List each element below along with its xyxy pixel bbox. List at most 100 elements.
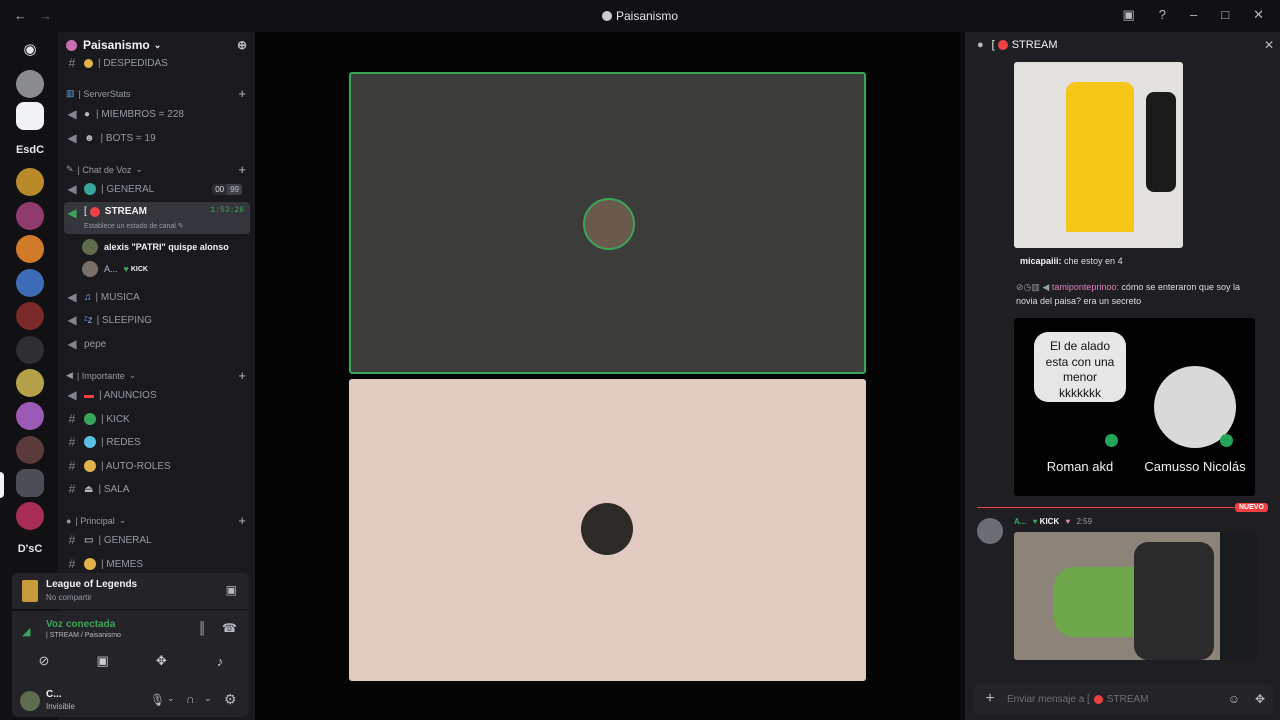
message-composer[interactable]: + Enviar mensaje a [ STREAM ☺ ✥: [973, 684, 1273, 714]
chevron-down-icon: ⌄: [135, 164, 143, 174]
screen-share-icon[interactable]: ▣: [226, 583, 237, 597]
camera-off-icon[interactable]: ⊘: [32, 649, 56, 673]
server-icon[interactable]: [16, 102, 44, 130]
person-icon: ●: [84, 108, 91, 120]
channel-general-voice[interactable]: ◀ | GENERAL 00 99: [64, 179, 250, 199]
moderation-icons: ⊘◷▥ ◀: [1016, 282, 1052, 292]
server-icon[interactable]: [16, 269, 44, 297]
chevron-down-icon[interactable]: ⌄: [167, 693, 175, 704]
history-nav: ← →: [14, 8, 52, 23]
microphone-icon[interactable]: 🎙: [150, 693, 165, 707]
message-header: A... ♥ KICK ♥ 2:59: [1014, 517, 1093, 526]
channel-redes[interactable]: # | REDES: [64, 432, 250, 452]
server-icon[interactable]: [16, 369, 44, 397]
megaphone-icon: ◀: [66, 370, 73, 380]
server-icon-esdc[interactable]: EsdC: [8, 144, 52, 156]
server-icon[interactable]: [16, 502, 44, 530]
server-icon-paisanismo[interactable]: [16, 469, 44, 497]
hash-icon: #: [68, 459, 76, 473]
message-input[interactable]: Enviar mensaje a [ STREAM: [1007, 694, 1221, 705]
help-icon[interactable]: ?: [1159, 7, 1166, 23]
server-icon[interactable]: [16, 235, 44, 263]
add-channel-icon[interactable]: +: [238, 513, 246, 528]
globe-icon: [84, 436, 96, 448]
channel-anuncios[interactable]: ◀ ▬ | ANUNCIOS: [64, 385, 250, 405]
server-header[interactable]: Paisanismo ⌄ ⊕: [58, 32, 255, 58]
server-icon[interactable]: [16, 436, 44, 464]
heart-icon: ♥: [123, 264, 129, 274]
server-icon[interactable]: [16, 302, 44, 330]
category-serverstats[interactable]: ▥ | ServerStats +: [64, 86, 250, 101]
hash-icon: #: [68, 533, 76, 547]
server-icon[interactable]: [16, 336, 44, 364]
channel-status-text[interactable]: Establece un estado de canal ✎: [84, 222, 184, 230]
avatar[interactable]: [20, 691, 40, 711]
minimize-icon[interactable]: –: [1190, 7, 1197, 23]
channel-sala[interactable]: # ⏏ | SALA: [64, 479, 250, 499]
channel-miembros[interactable]: ◀ ● | MIEMBROS = 228: [64, 104, 250, 124]
hash-icon: #: [68, 412, 76, 426]
apps-icon[interactable]: ✥: [1247, 692, 1273, 706]
server-icon[interactable]: [16, 70, 44, 98]
user-limit-badge: 00 99: [212, 183, 242, 195]
channel-sleeping[interactable]: ◀ ᶻz | SLEEPING: [64, 310, 250, 330]
add-channel-icon[interactable]: +: [238, 368, 246, 383]
category-principal[interactable]: ● | Principal ⌄ +: [64, 513, 250, 528]
tiktok-card-image[interactable]: El de alado esta con una menor kkkkkkk R…: [1014, 318, 1255, 496]
voice-activity-icon[interactable]: ║: [198, 621, 207, 635]
channel-memes[interactable]: # | MEMES: [64, 554, 250, 574]
server-icon[interactable]: [16, 402, 44, 430]
participant-tile[interactable]: [349, 379, 866, 681]
add-channel-icon[interactable]: +: [238, 162, 246, 177]
online-dot: [1220, 434, 1233, 447]
emoji-icon[interactable]: ☺: [1221, 692, 1247, 706]
live-dot-icon: [89, 207, 100, 217]
voice-panel: ◢ Voz conectada | STREAM / Paisanismo ║ …: [12, 611, 249, 685]
inbox-icon[interactable]: ▣: [1122, 7, 1134, 23]
channel-pepe[interactable]: ◀ pepe: [64, 334, 250, 354]
forward-arrow-icon[interactable]: →: [39, 8, 52, 23]
speaker-icon: ◀: [67, 131, 77, 145]
add-channel-icon[interactable]: +: [238, 86, 246, 101]
voice-user[interactable]: A... ♥ KICK: [82, 261, 148, 277]
channel-general-text[interactable]: # ▭ | GENERAL: [64, 530, 250, 550]
participant-tile-speaking[interactable]: [349, 72, 866, 374]
channel-musica[interactable]: ◀ ♫ | MUSICA: [64, 287, 250, 307]
speech-icon: ▭: [84, 534, 94, 546]
back-arrow-icon[interactable]: ←: [14, 8, 27, 23]
chevron-down-icon[interactable]: ⌄: [204, 693, 212, 704]
attached-image[interactable]: [1014, 62, 1183, 248]
channel-auto-roles[interactable]: # | AUTO-ROLES: [64, 456, 250, 476]
screen-share-icon[interactable]: ▣: [91, 649, 115, 673]
window-title: Paisanismo: [0, 9, 1280, 23]
settings-gear-icon[interactable]: ⚙: [224, 691, 237, 708]
music-note-icon: ♫: [84, 291, 92, 303]
server-icon[interactable]: [16, 168, 44, 196]
channel-bots[interactable]: ◀ ☻ | BOTS = 19: [64, 128, 250, 148]
discord-home-icon[interactable]: ◉: [16, 36, 44, 64]
invite-icon[interactable]: ⊕: [237, 38, 247, 52]
avatar: [581, 503, 633, 555]
add-attachment-icon[interactable]: +: [973, 690, 1007, 708]
channel-kick[interactable]: # | KICK: [64, 409, 250, 429]
attached-image[interactable]: [1014, 532, 1258, 660]
close-icon[interactable]: ✕: [1264, 38, 1274, 52]
hash-icon: #: [68, 435, 76, 449]
maximize-icon[interactable]: □: [1221, 7, 1229, 23]
headphones-icon[interactable]: ∩: [186, 692, 195, 706]
disconnect-icon[interactable]: ☎: [222, 621, 237, 635]
voice-user[interactable]: alexis "PATRI" quispe alonso: [82, 239, 229, 255]
card-name: Camusso Nicolás: [1144, 459, 1246, 474]
category-importante[interactable]: ◀ | Importante ⌄ +: [64, 368, 250, 383]
avatar[interactable]: [977, 518, 1003, 544]
category-chat-de-voz[interactable]: ✎ | Chat de Voz ⌄ +: [64, 162, 250, 177]
soundboard-icon[interactable]: ♪: [208, 649, 232, 673]
bot-icon: ☻: [84, 132, 95, 144]
channel-stream[interactable]: ◀ [ STREAM 1:53:26 Establece un estado d…: [64, 202, 250, 234]
mic-icon: ✎: [66, 164, 74, 174]
server-icon-dsc[interactable]: D'sC: [8, 543, 52, 555]
activities-icon[interactable]: ✥: [149, 649, 173, 673]
channel-despedidas[interactable]: # | DESPEDIDAS: [64, 56, 250, 70]
close-window-icon[interactable]: ✕: [1253, 7, 1264, 23]
server-icon[interactable]: [16, 202, 44, 230]
